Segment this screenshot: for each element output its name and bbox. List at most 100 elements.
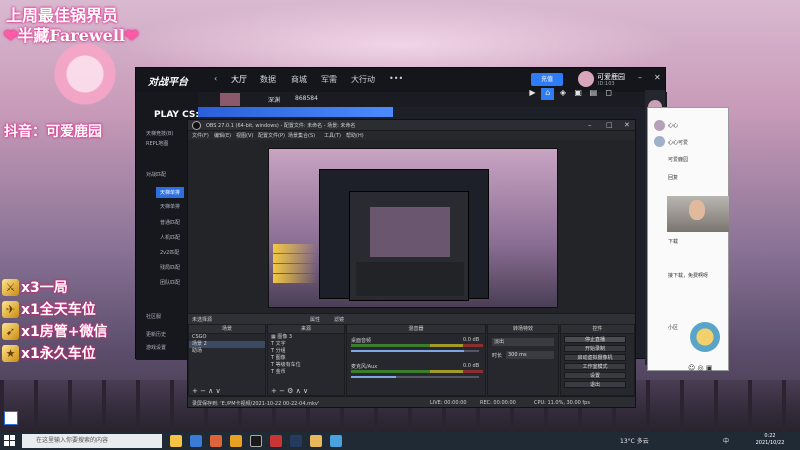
- nav-more[interactable]: •••: [389, 74, 403, 83]
- app-icon[interactable]: [210, 435, 222, 447]
- stop-stream-button[interactable]: 停止直播: [564, 336, 626, 343]
- sidebar-item[interactable]: REPL地图: [146, 140, 168, 147]
- source-name: 图像: [275, 355, 286, 361]
- studio-mode-button[interactable]: 工作室模式: [564, 363, 626, 370]
- nested-overlay-list: [273, 244, 317, 284]
- weather[interactable]: 13°C 多云: [620, 436, 649, 445]
- filters-button[interactable]: 滤镜: [334, 316, 344, 323]
- browser-icon[interactable]: [190, 435, 202, 447]
- source-item[interactable]: T 文字: [268, 341, 344, 348]
- source-controls[interactable]: + − ⚙ ∧ ∨: [268, 387, 344, 395]
- nav-back-icon[interactable]: ‹: [214, 74, 217, 83]
- rec-timer: REC: 00:00:00: [480, 400, 516, 406]
- box-icon[interactable]: ▣: [572, 88, 585, 100]
- chat-username: 心心可爱: [668, 140, 689, 146]
- sidebar-item[interactable]: 更新历史: [146, 331, 166, 338]
- menu-tools[interactable]: 工具(T): [324, 132, 341, 139]
- nav-data[interactable]: 数据: [260, 74, 276, 85]
- menu-view[interactable]: 视图(V): [236, 132, 253, 139]
- obs-title: OBS 27.0.1 (64-bit, windows) - 配置文件: 未命名…: [206, 123, 356, 129]
- recording-saved-path: 录屏保存到: 'E:/PM卡视频/2021-10-22 00-22-04.mkv…: [192, 401, 320, 407]
- play-icon[interactable]: ▶: [526, 88, 539, 100]
- source-item[interactable]: ▦ 图像 3: [268, 334, 344, 341]
- window-icon[interactable]: ◻: [602, 88, 615, 100]
- chart-icon[interactable]: ▤: [587, 88, 600, 100]
- clock[interactable]: 0:22 2021/10/22: [750, 433, 790, 447]
- file-explorer-icon[interactable]: [170, 435, 182, 447]
- source-item[interactable]: T 等级有车位: [268, 362, 344, 369]
- notification-window: [4, 411, 18, 425]
- nav-shop[interactable]: 商城: [291, 74, 307, 85]
- steam-icon[interactable]: [290, 435, 302, 447]
- reward-item: ⚔ x3一局: [2, 276, 108, 298]
- source-item[interactable]: T 分组: [268, 348, 344, 355]
- sidebar-item[interactable]: 团队匹配: [160, 279, 180, 286]
- sidebar-item[interactable]: 人机匹配: [160, 234, 180, 241]
- start-recording-button[interactable]: 开始录制: [564, 345, 626, 352]
- source-item[interactable]: T 金币: [268, 369, 344, 376]
- reward-text: x3一局: [21, 280, 68, 296]
- preview-canvas[interactable]: [268, 148, 558, 308]
- volume-slider[interactable]: [351, 376, 479, 378]
- volume-meter: [351, 370, 483, 373]
- rocket-icon: ➹: [2, 322, 19, 340]
- obs-docks: 场景 CSGO 场景 2 助场 + − ∧ ∨ 来源 ▦ 图像 3 T 文字 T…: [188, 324, 635, 396]
- nav-operation[interactable]: 大行动: [351, 74, 375, 85]
- minimize-icon[interactable]: –: [588, 121, 592, 129]
- reward-list: ⚔ x3一局 ✈ x1全天车位 ➹ x1房管+微信 ★ x1永久车位: [2, 276, 108, 364]
- virtual-camera-button[interactable]: 启动虚拟摄像机: [564, 354, 626, 361]
- volume-slider[interactable]: [351, 350, 479, 352]
- user-avatar[interactable]: [578, 71, 594, 87]
- source-name: 图像 3: [277, 334, 293, 340]
- app-icon[interactable]: [330, 435, 342, 447]
- scene-item[interactable]: 助场: [189, 348, 265, 355]
- sidebar-item[interactable]: 游戏设置: [146, 344, 166, 351]
- menu-scene-collection[interactable]: 场景集合(S): [288, 132, 315, 139]
- chat-toolbar-icons[interactable]: ☺ ◎ ▣: [688, 364, 712, 372]
- sidebar-item[interactable]: 普通匹配: [160, 219, 180, 226]
- menu-file[interactable]: 文件(F): [192, 132, 209, 139]
- app-icon[interactable]: [310, 435, 322, 447]
- sidebar-item[interactable]: 天梯竞技(B): [146, 130, 173, 137]
- menu-profile[interactable]: 配置文件(P): [258, 132, 285, 139]
- settings-button[interactable]: 设置: [564, 372, 626, 379]
- obs-taskbar-icon[interactable]: [250, 435, 262, 447]
- game-platform-taskbar-icon[interactable]: [270, 435, 282, 447]
- obs-preview-area[interactable]: [188, 140, 635, 333]
- home-icon[interactable]: ⌂: [541, 88, 555, 100]
- platform-logo: 对战平台: [148, 77, 188, 88]
- properties-button[interactable]: 属性: [310, 316, 320, 323]
- nav-lobby[interactable]: 大厅: [231, 74, 247, 85]
- chat-panel[interactable]: 心心 心心可爱 可爱鹿园 回复 下载 接下载，免费啊呀 小区 ☺ ◎ ▣: [647, 107, 729, 372]
- sidebar-item[interactable]: 社区服: [146, 313, 161, 320]
- nav-supply[interactable]: 军需: [321, 74, 337, 85]
- scene-controls[interactable]: + − ∧ ∨: [189, 387, 265, 395]
- volume-meter: [351, 344, 483, 347]
- duration-input[interactable]: 300 ms: [506, 351, 554, 359]
- sidebar-item[interactable]: 天梯单排: [160, 203, 180, 210]
- sidebar-item[interactable]: 对战匹配: [146, 171, 166, 178]
- sidebar-item-selected[interactable]: 天梯单排: [156, 187, 185, 198]
- menu-help[interactable]: 帮助(H): [346, 132, 364, 139]
- transition-select[interactable]: 淡出: [492, 338, 554, 346]
- maximize-icon[interactable]: □: [606, 121, 613, 129]
- close-icon[interactable]: ✕: [624, 121, 630, 129]
- source-item[interactable]: T 图像: [268, 355, 344, 362]
- close-icon[interactable]: ✕: [654, 73, 661, 82]
- menu-edit[interactable]: 编辑(E): [214, 132, 231, 139]
- input-language[interactable]: 中: [723, 436, 729, 445]
- taskbar-search[interactable]: 在这里输入你要搜索的内容: [22, 434, 162, 448]
- app-icon[interactable]: [230, 435, 242, 447]
- sidebar-item[interactable]: 残局匹配: [160, 264, 180, 271]
- sidebar-item[interactable]: 2v2匹配: [160, 249, 179, 256]
- windows-start-icon[interactable]: [4, 435, 16, 447]
- recharge-button[interactable]: 充值: [531, 73, 563, 86]
- obs-window[interactable]: OBS 27.0.1 (64-bit, windows) - 配置文件: 未命名…: [187, 119, 636, 408]
- minimize-icon[interactable]: –: [638, 73, 642, 82]
- platform-banner: [198, 107, 393, 117]
- exit-button[interactable]: 退出: [564, 381, 626, 388]
- controller-icon[interactable]: ◈: [556, 88, 569, 100]
- scene-item[interactable]: CSGO: [189, 334, 265, 341]
- streamer-face: [689, 200, 705, 220]
- scene-item-selected[interactable]: 场景 2: [189, 341, 265, 348]
